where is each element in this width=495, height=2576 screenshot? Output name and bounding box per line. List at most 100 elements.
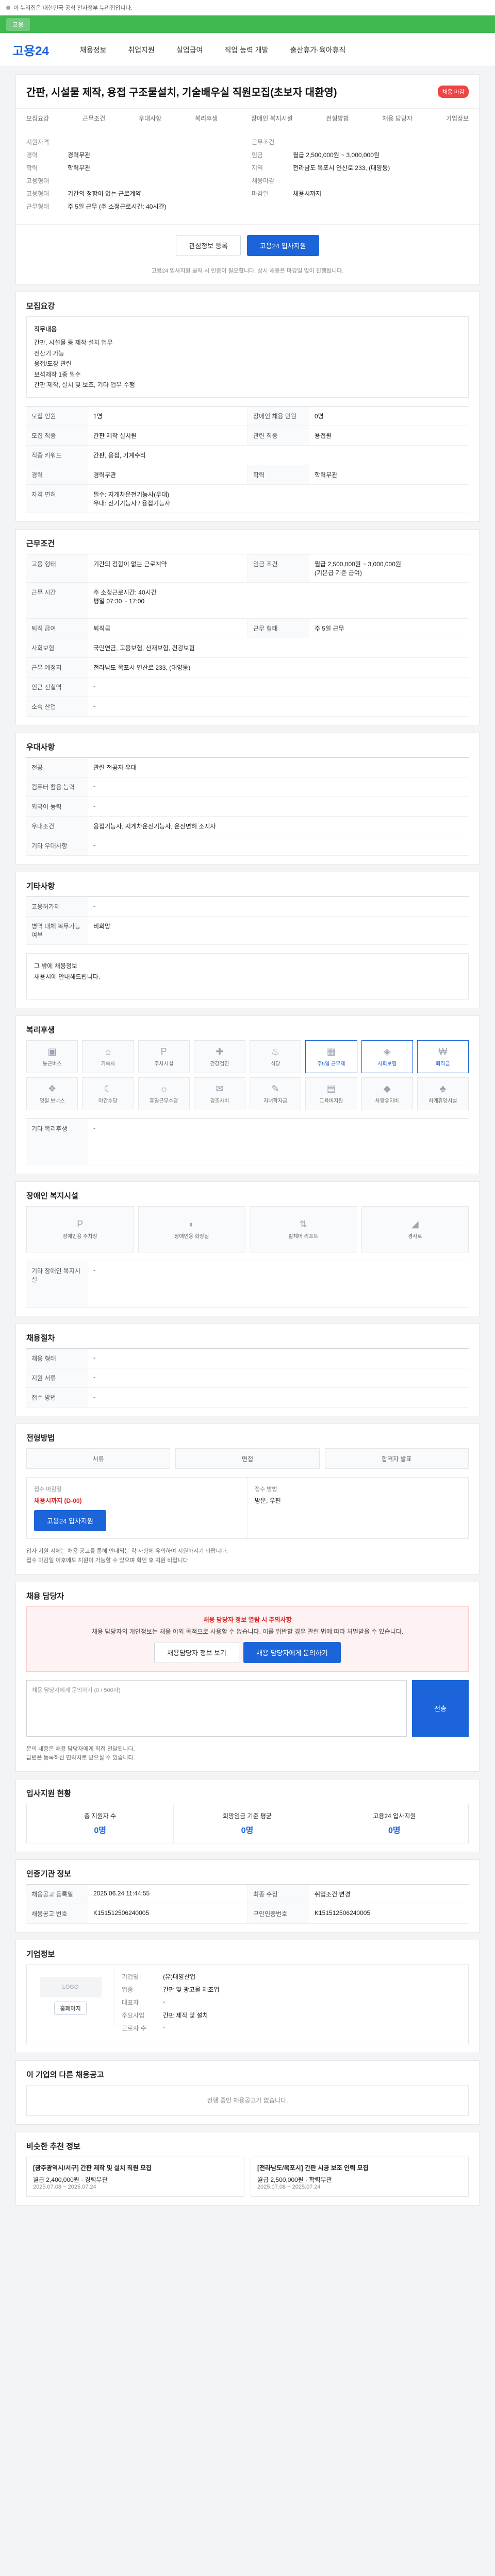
nav-item[interactable]: 출산휴가·육아휴직 (290, 45, 346, 55)
th: 컴퓨터 활용 능력 (26, 777, 88, 797)
td: 간판 제작 설치원 (93, 432, 137, 440)
stat-item: 고용24 입사지원 0명 (321, 1804, 468, 1843)
view-contact-button[interactable]: 채용담당자 정보 보기 (154, 1641, 240, 1663)
value: 간판 및 광고물 제조업 (163, 1986, 220, 1993)
process-step: 합격자 발표 (324, 1448, 469, 1469)
td: 전라남도 목포시 연산로 233, (대양동) (93, 664, 191, 672)
th: 장애인 채용 인원 (248, 406, 309, 426)
tab[interactable]: 모집요강 (26, 114, 49, 123)
td: 2025.06.24 11:44:55 (93, 1889, 150, 1897)
nav-item[interactable]: 실업급여 (176, 45, 203, 55)
main-nav: 채용정보 취업지원 실업급여 직업 능력 개발 출산휴가·육아휴직 (80, 45, 345, 55)
similar-card[interactable]: [광주광역시/서구] 간판 제작 및 설치 직원 모집 월급 2,400,000… (26, 2156, 244, 2197)
welfare-label: 차량유지비 (375, 1098, 399, 1105)
th: 병역 대체 복무가능 여부 (26, 917, 88, 945)
td: - (93, 1266, 95, 1274)
scrap-button[interactable]: 관심정보 등록 (176, 235, 241, 256)
tab[interactable]: 기업정보 (446, 114, 469, 123)
section-title: 우대사항 (26, 743, 55, 752)
th: 사회보험 (26, 638, 88, 658)
site-logo[interactable]: 고용24 (12, 41, 49, 59)
th: 구인인증번호 (248, 1904, 309, 1923)
section-title: 채용절차 (26, 1334, 55, 1343)
td: - (93, 841, 95, 849)
calendar-icon: ▦ (326, 1046, 336, 1057)
welfare-label: 야간수당 (98, 1098, 118, 1105)
recruit-section: 모집요강 직무내용 간판, 시설물 등 제작 설치 업무 전산기 가능 용접/도… (15, 292, 480, 522)
empty-state: 진행 중인 채용공고가 없습니다. (26, 2084, 469, 2116)
holiday-icon: ☼ (159, 1083, 168, 1094)
section-title: 복리후생 (26, 1026, 55, 1035)
th: 인근 전철역 (26, 677, 88, 697)
bus-icon: ▣ (47, 1046, 57, 1057)
welfare-label: 주차시설 (154, 1061, 174, 1067)
section-title: 장애인 복지시설 (26, 1192, 78, 1201)
welfare-item: ❖ 명절 보너스 (26, 1077, 78, 1111)
th: 전공 (26, 758, 88, 777)
note: 입사 지원 시에는 채용 공고를 통해 안내되는 각 사항에 유의하여 지원하시… (26, 1548, 228, 1555)
others-section: 이 기업의 다른 채용공고 진행 중인 채용공고가 없습니다. (15, 2060, 480, 2125)
th: 기타 장애인 복지시설 (26, 1261, 88, 1308)
inquiry-textarea[interactable]: 채용 담당자에게 문의하기 (0 / 500자) (26, 1680, 407, 1737)
flag-icon (6, 5, 10, 10)
value: 월급 2,500,000원 ~ 3,000,000원 (293, 151, 380, 159)
nav-item[interactable]: 채용정보 (80, 45, 107, 55)
section-title: 기업정보 (26, 1950, 55, 1959)
td: 퇴직금 (93, 625, 111, 633)
th: 근무 예정지 (26, 658, 88, 677)
tab[interactable]: 채용 담당자 (382, 114, 412, 123)
td: 필수: 지게차운전기능사(우대) 우대: 전기기능사 / 용접기능사 (93, 491, 171, 507)
welfare-item: ☼ 휴일근무수당 (138, 1077, 190, 1111)
lift-icon: ⇅ (299, 1219, 307, 1230)
value: - (163, 1997, 165, 2005)
prefer-section: 우대사항 전공 관련 전공자 우대 컴퓨터 활용 능력 - 외국어 능력 - 우대조건… (15, 733, 480, 865)
nav-item[interactable]: 취업지원 (128, 45, 155, 55)
value: - (163, 2023, 165, 2031)
td: 취업조건 변경 (315, 1890, 351, 1898)
welfare-label: 기숙사 (101, 1061, 116, 1067)
th: 근무 형태 (248, 619, 309, 638)
stat-value: 0명 (94, 1826, 106, 1835)
welfare-label: 주5일 근무제 (317, 1061, 345, 1067)
similar-card[interactable]: [전라남도/목포시] 간판 시공 보조 인력 모집 월급 2,500,000원 … (251, 2156, 469, 2197)
th: 모집 인원 (26, 406, 88, 426)
tab[interactable]: 우대사항 (139, 114, 161, 123)
td: 용접원 (315, 432, 332, 440)
stat-label: 고용24 입사지원 (373, 1812, 416, 1820)
recruit-table: 모집 인원 1명 장애인 채용 인원 0명 모집 직종 간판 제작 설치원 관련 직종 용접… (26, 406, 469, 514)
company-box: LOGO 홈페이지 기업명 (유)대양산업 업종 간판 및 광고물 제조업 대표자 -… (26, 1964, 469, 2044)
welfare-item: ☾ 야간수당 (82, 1077, 134, 1111)
facility-label: 장애인용 주차장 (62, 1234, 97, 1240)
etc-body: 그 밖에 채용정보 채용시에 안내해드립니다. (26, 953, 469, 1000)
stat-label: 총 지원자 수 (84, 1812, 117, 1820)
process-steps: 서류 면접 합격자 발표 (16, 1448, 479, 1477)
process-notes: 입사 지원 시에는 채용 공고를 통해 안내되는 각 사항에 유의하여 지원하시… (16, 1547, 479, 1573)
alert-body: 채용 담당자의 개인정보는 채용 이외 목적으로 사용할 수 없습니다. 이를 … (91, 1628, 404, 1635)
tab[interactable]: 전형방법 (326, 114, 349, 123)
hire-table: 채용 형태 - 지원 서류 - 접수 방법 - (26, 1348, 469, 1408)
section-title: 모집요강 (26, 302, 55, 311)
welfare-label: 통근버스 (42, 1061, 62, 1067)
homepage-button[interactable]: 홈페이지 (54, 2001, 87, 2015)
job-title: 간판, 시설물 제작, 용접 구조물설치, 기술배우실 직원모집(초보자 대환영… (26, 87, 337, 98)
label: 대표자 (122, 1998, 139, 2006)
inquiry-button[interactable]: 채용 담당자에게 문의하기 (243, 1641, 341, 1663)
send-button[interactable]: 전송 (412, 1680, 469, 1737)
note: 문의 내용은 채용 담당자에게 직접 전달됩니다. (26, 1745, 135, 1752)
td: 비희망 (93, 923, 111, 930)
tab[interactable]: 근무조건 (82, 114, 105, 123)
tab[interactable]: 복리후생 (195, 114, 218, 123)
apply-button[interactable]: 고용24 입사지원 (34, 1510, 106, 1532)
label: 근무조건 (252, 139, 275, 146)
nav-item[interactable]: 직업 능력 개발 (224, 45, 268, 55)
similar-date: 2025.07.08 ~ 2025.07.24 (33, 2183, 96, 2190)
tab[interactable]: 장애인 복지시설 (251, 114, 293, 123)
method-value: 방문, 우편 (255, 1497, 281, 1505)
facility-item: ◢ 경사로 (361, 1206, 469, 1253)
td: - (93, 1393, 95, 1401)
welfare-label: 식당 (270, 1061, 280, 1067)
value: 경력무관 (68, 151, 91, 159)
similar-title: [전라남도/목포시] 간판 시공 보조 인력 모집 (257, 2164, 369, 2172)
facility-item: ◐ 장애인용 화장실 (138, 1206, 245, 1253)
apply-button[interactable]: 고용24 입사지원 (246, 235, 319, 256)
